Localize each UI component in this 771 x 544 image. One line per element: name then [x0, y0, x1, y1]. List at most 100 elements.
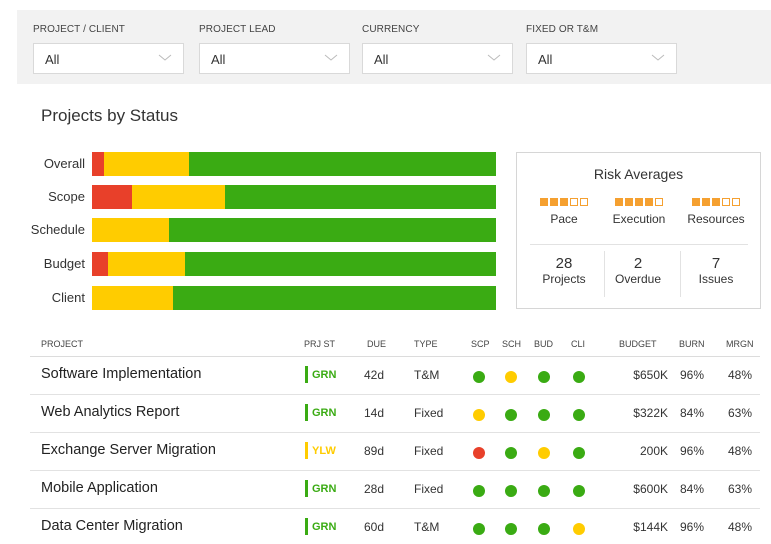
filter-project-client: PROJECT / CLIENT All: [33, 24, 184, 74]
project-status: YLW: [305, 442, 336, 459]
column-header-type[interactable]: TYPE: [414, 339, 438, 349]
budget-cell: 200K: [639, 444, 668, 458]
column-header-prj-st[interactable]: PRJ ST: [304, 339, 335, 349]
risk-square-filled: [560, 198, 568, 206]
bud-status-dot: [538, 447, 550, 459]
margin-cell: 63%: [728, 406, 753, 420]
due-cell: 89d: [364, 444, 385, 458]
currency-select[interactable]: All: [362, 43, 513, 74]
project-status: GRN: [305, 404, 336, 421]
risk-square-empty: [722, 198, 730, 206]
cli-status-dot: [573, 371, 585, 383]
select-value: All: [538, 52, 553, 67]
chevron-down-icon: [651, 54, 665, 61]
bar-segment-green: [188, 152, 496, 176]
status-bar-scope[interactable]: [92, 185, 496, 209]
stat-value: 2: [633, 255, 643, 272]
status-text: GRN: [312, 482, 337, 495]
filter-project-lead: PROJECT LEAD All: [199, 24, 350, 74]
bud-status-dot: [538, 523, 550, 535]
column-header-due[interactable]: DUE: [367, 339, 386, 349]
scp-status-dot: [473, 523, 485, 535]
scp-status-dot: [473, 409, 485, 421]
stat-projects: 28 Projects: [528, 255, 600, 286]
table-row[interactable]: Mobile Application GRN 28d Fixed $600K 84% 63%: [30, 471, 760, 509]
margin-cell: 48%: [728, 444, 753, 458]
column-header-burn[interactable]: BURN: [679, 339, 705, 349]
bar-segment-yellow: [92, 286, 173, 310]
risk-square-filled: [702, 198, 710, 206]
risk-square-filled: [540, 198, 548, 206]
bar-segment-green: [172, 286, 496, 310]
risk-square-filled: [615, 198, 623, 206]
column-header-budget[interactable]: BUDGET: [619, 339, 657, 349]
project-status: GRN: [305, 480, 336, 497]
status-indicator: [305, 480, 308, 497]
risk-square-empty: [580, 198, 588, 206]
table-row[interactable]: Data Center Migration GRN 60d T&M $144K 96% 48…: [30, 509, 760, 544]
type-cell: Fixed: [414, 444, 444, 458]
bar-label: Schedule: [30, 222, 85, 237]
risk-square-empty: [655, 198, 663, 206]
risk-label: Execution: [612, 212, 666, 226]
budget-cell: $650K: [633, 368, 668, 382]
status-bar-client[interactable]: [92, 286, 496, 310]
sch-status-dot: [505, 485, 517, 497]
project-name: Data Center Migration: [41, 518, 183, 534]
type-cell: Fixed: [414, 482, 444, 496]
cli-status-dot: [573, 485, 585, 497]
burn-cell: 84%: [680, 482, 705, 496]
project-name: Exchange Server Migration: [41, 442, 216, 458]
table-row[interactable]: Web Analytics Report GRN 14d Fixed $322K 84% 6…: [30, 395, 760, 433]
type-cell: T&M: [414, 520, 440, 534]
due-cell: 28d: [364, 482, 385, 496]
cli-status-dot: [573, 523, 585, 535]
due-cell: 14d: [364, 406, 385, 420]
bar-label: Budget: [43, 256, 85, 271]
bar-label: Scope: [48, 189, 85, 204]
column-header-project[interactable]: PROJECT: [41, 339, 83, 349]
select-value: All: [374, 52, 389, 67]
sch-status-dot: [505, 447, 517, 459]
table-row[interactable]: Exchange Server Migration YLW 89d Fixed 200K…: [30, 433, 760, 471]
bar-segment-red: [92, 185, 133, 209]
stat-overdue: 2 Overdue: [602, 255, 674, 286]
sch-status-dot: [505, 371, 517, 383]
status-indicator: [305, 404, 308, 421]
stat-issues: 7 Issues: [680, 255, 752, 286]
status-indicator: [305, 366, 308, 383]
status-bar-schedule[interactable]: [92, 218, 496, 242]
project-name: Web Analytics Report: [41, 404, 180, 420]
column-header-scp[interactable]: SCP: [471, 339, 490, 349]
risk-item-execution: Execution: [599, 198, 679, 226]
status-text: GRN: [312, 368, 337, 381]
cli-status-dot: [573, 447, 585, 459]
project-client-select[interactable]: All: [33, 43, 184, 74]
bar-segment-green: [184, 252, 496, 276]
filter-label: PROJECT / CLIENT: [33, 24, 125, 35]
column-header-bud[interactable]: BUD: [534, 339, 553, 349]
chevron-down-icon: [487, 54, 501, 61]
project-name: Mobile Application: [41, 480, 158, 496]
table-row[interactable]: Software Implementation GRN 42d T&M $650K 96%…: [30, 357, 760, 395]
risk-meter: [676, 198, 756, 206]
bar-segment-yellow: [108, 252, 185, 276]
fixed-tm-select[interactable]: All: [526, 43, 677, 74]
bar-label: Client: [51, 290, 85, 305]
column-header-mrgn[interactable]: MRGN: [726, 339, 754, 349]
stat-value: 7: [711, 255, 721, 272]
project-lead-select[interactable]: All: [199, 43, 350, 74]
type-cell: T&M: [414, 368, 440, 382]
project-name: Software Implementation: [41, 366, 202, 382]
margin-cell: 48%: [728, 368, 753, 382]
column-header-cli[interactable]: CLI: [571, 339, 585, 349]
due-cell: 42d: [364, 368, 385, 382]
status-bar-overall[interactable]: [92, 152, 496, 176]
risk-square-filled: [692, 198, 700, 206]
status-bar-budget[interactable]: [92, 252, 496, 276]
column-header-sch[interactable]: SCH: [502, 339, 521, 349]
stat-label: Projects: [542, 272, 586, 286]
burn-cell: 96%: [680, 444, 705, 458]
bar-segment-yellow: [92, 218, 169, 242]
risk-square-filled: [550, 198, 558, 206]
